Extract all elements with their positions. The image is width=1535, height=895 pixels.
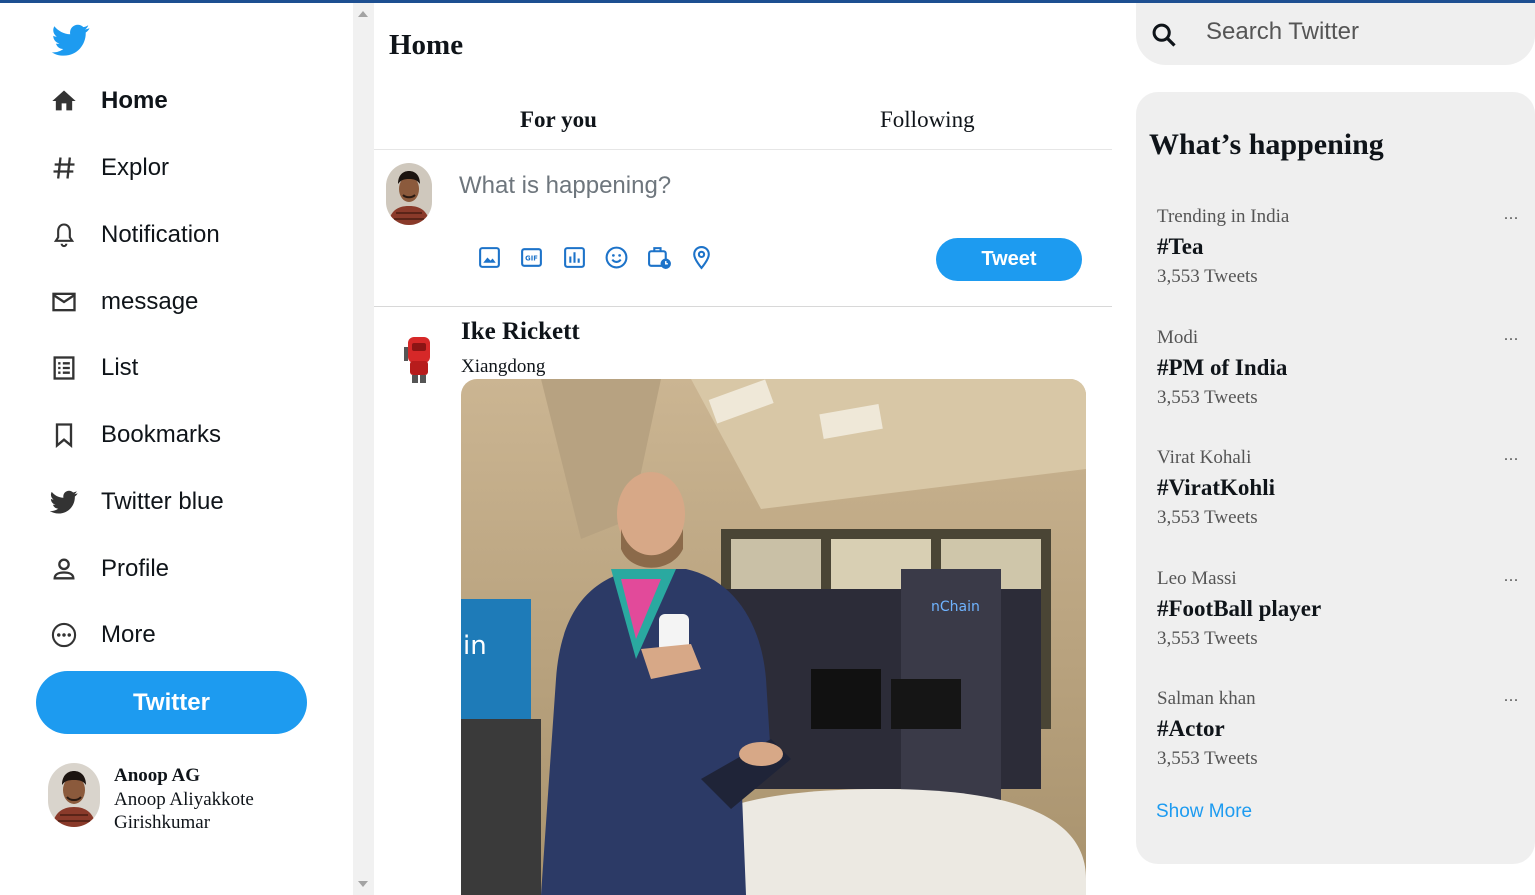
trends-title: What’s happening [1149,128,1384,161]
account-switcher[interactable]: Anoop AG Anoop Aliyakkote Girishkumar [48,763,284,834]
hashtag-icon [48,152,80,184]
sidebar-item-twitter-blue[interactable]: Twitter blue [48,482,224,522]
trend-tag: #FootBall player [1157,596,1322,621]
search-icon[interactable] [1150,21,1178,49]
post-avatar[interactable] [398,331,442,385]
trends-panel: What’s happening Trending in India #Tea … [1136,92,1535,864]
trend-item[interactable]: Salman khan #Actor 3,553 Tweets ... [1157,688,1527,788]
sidebar: Home Explor Notification message List Bo… [0,3,353,895]
trend-tag: #Actor [1157,716,1225,741]
bell-icon [48,219,80,251]
post-author-handle: Xiangdong [461,356,546,377]
trend-tag: #Tea [1157,234,1204,259]
compose-tweet-input[interactable] [459,168,1059,204]
trend-count: 3,553 Tweets [1157,628,1258,649]
avatar[interactable] [386,163,432,225]
sidebar-item-label: Notification [101,221,220,248]
divider [374,306,1112,307]
trend-more-options-icon[interactable]: ... [1504,447,1519,465]
post-author-name[interactable]: Ike Rickett [461,318,580,346]
trend-more-options-icon[interactable]: ... [1504,568,1519,586]
sidebar-item-label: Profile [101,555,170,582]
sidebar-item-label: Home [101,87,168,114]
more-circle-icon [48,619,80,651]
trend-category: Trending in India [1157,206,1290,227]
image-icon[interactable] [473,241,505,273]
svg-text:GIF: GIF [525,254,538,262]
trend-item[interactable]: Trending in India #Tea 3,553 Tweets ... [1157,206,1527,306]
scroll-down-arrow-icon[interactable] [358,881,368,887]
sidebar-item-bookmarks[interactable]: Bookmarks [48,415,221,455]
sidebar-item-notification[interactable]: Notification [48,215,220,255]
tweet-button[interactable]: Tweet [936,238,1082,281]
location-icon[interactable] [685,241,717,273]
sidebar-item-label: Bookmarks [101,421,222,448]
account-handle: Anoop Aliyakkote Girishkumar [114,789,254,833]
list-icon [48,352,80,384]
trend-count: 3,553 Tweets [1157,507,1258,528]
tab-following[interactable]: Following [880,107,975,133]
tab-for-you[interactable]: For you [520,107,597,133]
trend-item[interactable]: Modi #PM of India 3,553 Tweets ... [1157,327,1527,427]
bookmark-icon [48,419,80,451]
scrollbar[interactable] [353,3,374,895]
person-icon [48,553,80,585]
divider [374,149,1112,150]
trend-more-options-icon[interactable]: ... [1504,206,1519,224]
page-title: Home [389,29,464,61]
trend-category: Leo Massi [1157,568,1237,589]
sidebar-item-home[interactable]: Home [48,81,168,121]
sidebar-item-label: Explor [101,154,170,181]
trend-count: 3,553 Tweets [1157,387,1258,408]
trend-count: 3,553 Tweets [1157,748,1258,769]
trend-count: 3,553 Tweets [1157,266,1258,287]
twitter-logo-icon[interactable] [50,21,92,59]
search-input[interactable] [1206,14,1506,50]
trend-category: Salman khan [1157,688,1256,709]
gif-icon[interactable]: GIF [515,241,547,273]
trend-tag: #ViratKohli [1157,475,1275,500]
twitter-button[interactable]: Twitter [36,671,307,734]
sidebar-item-label: List [101,354,139,381]
trend-item[interactable]: Leo Massi #FootBall player 3,553 Tweets … [1157,568,1527,668]
poll-icon[interactable] [558,241,590,273]
trend-category: Virat Kohali [1157,447,1252,468]
sidebar-item-label: Twitter blue [101,488,224,515]
main-feed: Home For you Following GIF Tweet [374,3,1112,895]
post-image[interactable]: nChain in [461,379,1086,895]
sidebar-item-label: More [101,621,156,648]
avatar [48,763,100,827]
home-icon [48,85,80,117]
sidebar-item-profile[interactable]: Profile [48,549,169,589]
svg-text:nChain: nChain [931,599,980,615]
sidebar-item-label: message [101,288,199,315]
trend-item[interactable]: Virat Kohali #ViratKohli 3,553 Tweets ..… [1157,447,1527,547]
trend-more-options-icon[interactable]: ... [1504,327,1519,345]
sidebar-item-explore[interactable]: Explor [48,148,169,188]
schedule-icon[interactable] [643,241,675,273]
twitter-bird-icon [48,486,80,518]
trend-more-options-icon[interactable]: ... [1504,688,1519,706]
sidebar-item-more[interactable]: More [48,615,156,655]
emoji-icon[interactable] [600,241,632,273]
sidebar-item-list[interactable]: List [48,348,138,388]
scroll-up-arrow-icon[interactable] [358,11,368,17]
trend-tag: #PM of India [1157,355,1288,380]
account-name: Anoop AG [114,765,201,786]
search-bar[interactable] [1136,3,1535,65]
mail-icon [48,286,80,318]
trend-category: Modi [1157,327,1199,348]
show-more-link[interactable]: Show More [1156,801,1252,823]
sidebar-item-message[interactable]: message [48,282,198,322]
svg-text:in: in [463,631,487,661]
